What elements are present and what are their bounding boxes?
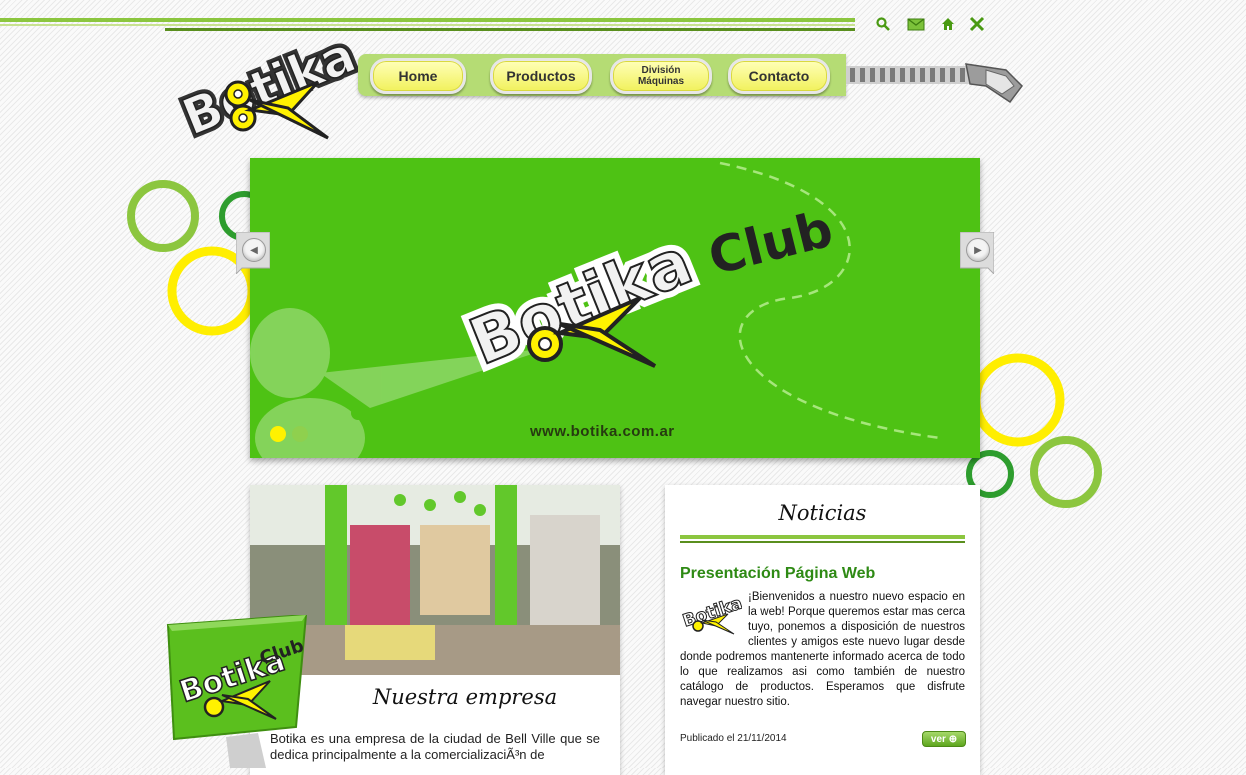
slide-logo-text: Botika	[460, 225, 702, 378]
header-line	[0, 24, 855, 26]
chevron-right-icon: ▶	[966, 238, 990, 262]
zipper-decoration	[846, 56, 1026, 106]
club-sign[interactable]: Botika Club	[166, 613, 316, 768]
news-date: Publicado el 21/11/2014	[680, 733, 787, 744]
slider-prev-button[interactable]: ◀	[236, 232, 270, 274]
nav-division-maquinas[interactable]: División Máquinas	[610, 58, 712, 94]
slider-dot-1[interactable]	[270, 426, 286, 442]
news-thumbnail: Botika	[680, 590, 745, 636]
nav-division-line2: Máquinas	[637, 76, 685, 87]
site-logo[interactable]: Botika Botika	[168, 20, 367, 150]
nav-productos[interactable]: Productos	[490, 58, 592, 94]
noticias-panel: Noticias Presentación Página Web Botika …	[665, 485, 980, 775]
search-icon[interactable]	[873, 14, 893, 34]
sitemap-icon[interactable]	[967, 14, 987, 34]
decor-circles-right	[966, 353, 1102, 508]
noticias-divider	[680, 541, 965, 543]
svg-text:Botika: Botika	[174, 26, 358, 140]
news-title[interactable]: Presentación Página Web	[680, 565, 875, 583]
slider-dot-2[interactable]	[292, 426, 308, 442]
svg-text:Botika: Botika	[680, 593, 742, 631]
ver-more-button[interactable]: ver ⊕	[922, 731, 966, 747]
plus-icon: ⊕	[948, 733, 958, 745]
news-item: Botika ¡Bienvenidos a nuestro nuevo espa…	[680, 590, 965, 710]
slider-next-button[interactable]: ▶	[960, 232, 994, 274]
nav-division-line1: División	[641, 65, 681, 76]
home-icon[interactable]	[938, 14, 958, 34]
nav-contacto[interactable]: Contacto	[728, 58, 830, 94]
main-nav: Home Productos División Máquinas Contact…	[358, 54, 846, 96]
slide-url: www.botika.com.ar	[530, 423, 675, 440]
mail-icon[interactable]	[906, 14, 926, 34]
header-line	[0, 18, 855, 22]
ver-label: ver	[930, 733, 946, 745]
empresa-text: Botika es una empresa de la ciudad de Be…	[270, 731, 600, 762]
noticias-title: Noticias	[778, 501, 867, 525]
noticias-divider	[680, 535, 965, 539]
hero-slider: Botika Botika Club www.botika.com.ar	[250, 158, 980, 458]
slide-logo: Botika Botika	[450, 198, 730, 387]
chevron-left-icon: ◀	[242, 238, 266, 262]
nav-home[interactable]: Home	[370, 58, 466, 94]
empresa-title: Nuestra empresa	[372, 685, 558, 709]
